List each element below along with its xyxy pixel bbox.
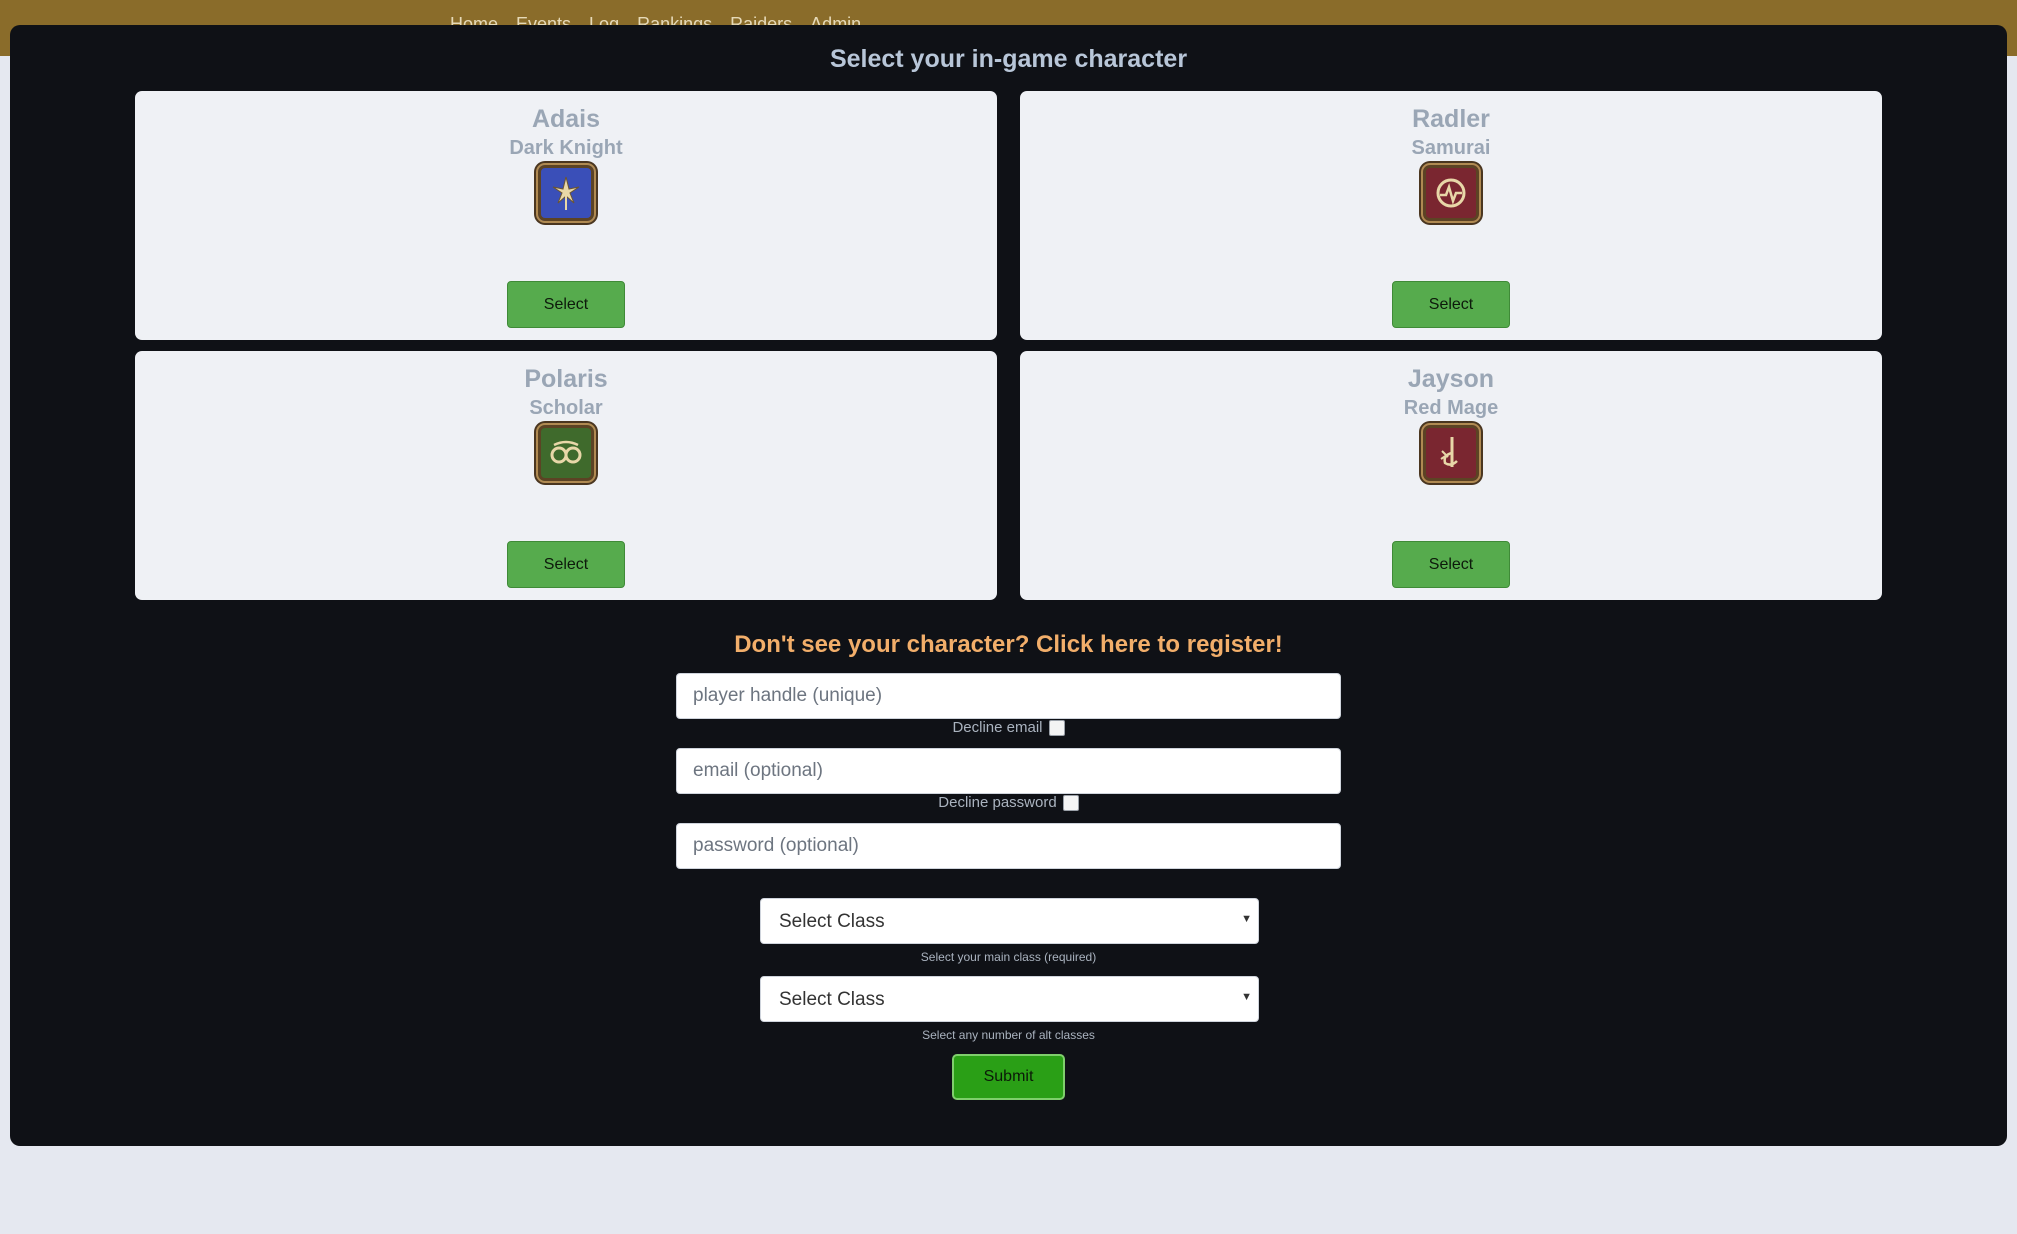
select-polaris-button[interactable]: Select — [507, 541, 625, 588]
character-job: Scholar — [529, 397, 603, 419]
character-name: Jayson — [1407, 365, 1495, 393]
character-job: Dark Knight — [509, 137, 623, 159]
red-mage-icon — [1421, 423, 1481, 483]
decline-email-label: Decline email — [952, 719, 1043, 736]
select-adais-button[interactable]: Select — [507, 281, 625, 328]
alt-class-help: Select any number of alt classes — [922, 1028, 1095, 1042]
scholar-icon — [536, 423, 596, 483]
character-card-jayson: Jayson Red Mage Select — [1020, 351, 1882, 600]
select-radler-button[interactable]: Select — [1392, 281, 1510, 328]
character-card-adais: Adais Dark Knight Select — [135, 91, 997, 340]
chevron-down-icon: ▼ — [1241, 913, 1252, 925]
character-card-radler: Radler Samurai Select — [1020, 91, 1882, 340]
character-select-modal: Select your in-game character Adais Dark… — [10, 25, 2007, 1146]
character-card-polaris: Polaris Scholar Select — [135, 351, 997, 600]
select-jayson-button[interactable]: Select — [1392, 541, 1510, 588]
email-input[interactable] — [676, 748, 1341, 794]
alt-class-select[interactable]: Select Class ▼ — [760, 976, 1259, 1022]
character-job: Red Mage — [1403, 397, 1499, 419]
decline-password-label: Decline password — [938, 794, 1057, 811]
modal-title: Select your in-game character — [829, 45, 1188, 73]
alt-class-value: Select Class — [779, 989, 885, 1010]
decline-email-row: Decline email — [10, 719, 2007, 736]
password-input[interactable] — [676, 823, 1341, 869]
character-name: Radler — [1412, 105, 1490, 133]
decline-password-row: Decline password — [10, 794, 2007, 811]
chevron-down-icon: ▼ — [1241, 991, 1252, 1003]
character-name: Adais — [531, 105, 601, 133]
submit-button[interactable]: Submit — [952, 1054, 1065, 1100]
main-class-help: Select your main class (required) — [920, 950, 1097, 964]
samurai-icon — [1421, 163, 1481, 223]
player-handle-input[interactable] — [676, 673, 1341, 719]
decline-password-checkbox[interactable] — [1062, 794, 1079, 811]
character-name: Polaris — [524, 365, 608, 393]
main-class-value: Select Class — [779, 911, 885, 932]
register-link[interactable]: Don't see your character? Click here to … — [10, 631, 2007, 659]
dark-knight-icon — [536, 163, 596, 223]
main-class-select[interactable]: Select Class ▼ — [760, 898, 1259, 944]
decline-email-checkbox[interactable] — [1048, 719, 1065, 736]
character-job: Samurai — [1411, 137, 1491, 159]
